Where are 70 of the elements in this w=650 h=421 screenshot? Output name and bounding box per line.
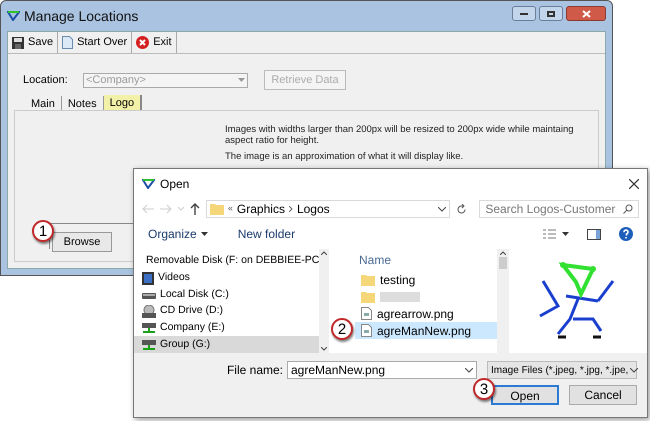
navigation-item[interactable]: Group (G:) [134,336,319,354]
folder-icon [361,274,375,286]
navigation-item[interactable]: Company (E:) [134,320,319,336]
preview-pane-icon[interactable] [587,228,601,240]
cancel-button[interactable]: Cancel [569,385,637,405]
scroll-thumb[interactable] [499,257,507,269]
toolbar-button[interactable]: Save [8,32,58,53]
close-icon [582,10,590,18]
close-icon [136,36,150,49]
new-folder-button[interactable]: New folder [238,225,296,243]
help-icon[interactable] [619,227,633,241]
breadcrumb-overflow[interactable]: « [228,202,233,216]
scrollbar[interactable] [497,249,509,353]
document-icon [62,36,74,49]
minimize-button[interactable] [512,6,536,21]
disc-drive-icon [142,304,156,318]
file-type-dropdown[interactable]: Image Files (*.jpeg, *.jpg, *.jpe, [487,361,637,379]
tab[interactable]: Main [25,96,62,110]
film-icon [142,272,154,284]
navigation-item[interactable]: CD Drive (D:) [134,303,319,320]
organize-menu[interactable]: Organize [148,225,208,243]
info-text: The image is an approximation of what it will display like. [225,151,464,162]
info-text: Images with widths larger than 200px will be resized to 200px wide while maintaing aspect ratio for height. [225,124,575,146]
view-options-icon[interactable] [543,229,569,239]
tab[interactable]: Logo [104,95,142,110]
folder-icon [210,203,224,215]
navigation-item[interactable]: Videos [134,270,319,286]
chevron-right-icon [288,206,293,212]
drive-icon [142,290,156,299]
search-field[interactable]: Search Logos-Customer [479,200,639,218]
refresh-icon[interactable] [456,204,468,214]
up-arrow-icon[interactable] [190,203,200,215]
caret-icon [200,232,208,236]
breadcrumb-item[interactable]: Graphics [236,200,285,218]
maximize-button[interactable] [539,6,563,21]
search-icon [622,204,633,214]
location-label: Location: [23,72,65,88]
address-bar[interactable]: « Graphics Logos [206,200,450,218]
image-file-icon [361,307,372,320]
open-button[interactable]: Open [491,385,559,405]
file-item[interactable]: agrearrow.png [355,305,497,322]
scroll-up-icon [321,251,327,255]
browse-button[interactable]: Browse [52,232,112,252]
navigation-item[interactable]: Removable Disk (F: on DEBBIEE-PC [134,253,319,270]
dropdown-arrow-icon [238,78,245,82]
toolbar-button[interactable]: Start Over [58,32,132,53]
column-header[interactable]: Name [355,251,497,271]
chevron-down-icon [465,368,473,372]
logo-icon [142,179,155,189]
folder-icon [361,290,375,302]
image-file-icon [361,324,372,337]
close-icon[interactable] [629,179,639,189]
file-item[interactable]: agreManNew.png [355,322,497,339]
scroll-up-icon [500,251,506,255]
close-button[interactable] [566,6,606,21]
chevron-down-icon [630,368,638,372]
logo-icon [7,11,20,21]
network-drive-icon [142,338,156,351]
chevron-down-icon[interactable] [438,206,446,212]
breadcrumb-item[interactable]: Logos [296,200,330,218]
file-name-label: File name: [226,362,283,379]
navigation-item[interactable]: Local Disk (C:) [134,286,319,304]
scroll-down-icon [321,347,327,351]
file-name-field[interactable]: agreManNew.png [287,361,477,379]
scrollbar[interactable] [319,249,329,353]
window-title: Manage Locations [24,6,138,26]
file-item[interactable]: testing [355,271,497,288]
toolbar-button[interactable]: Exit [132,32,177,53]
dialog-title: Open [160,176,190,193]
network-drive-icon [142,322,156,334]
